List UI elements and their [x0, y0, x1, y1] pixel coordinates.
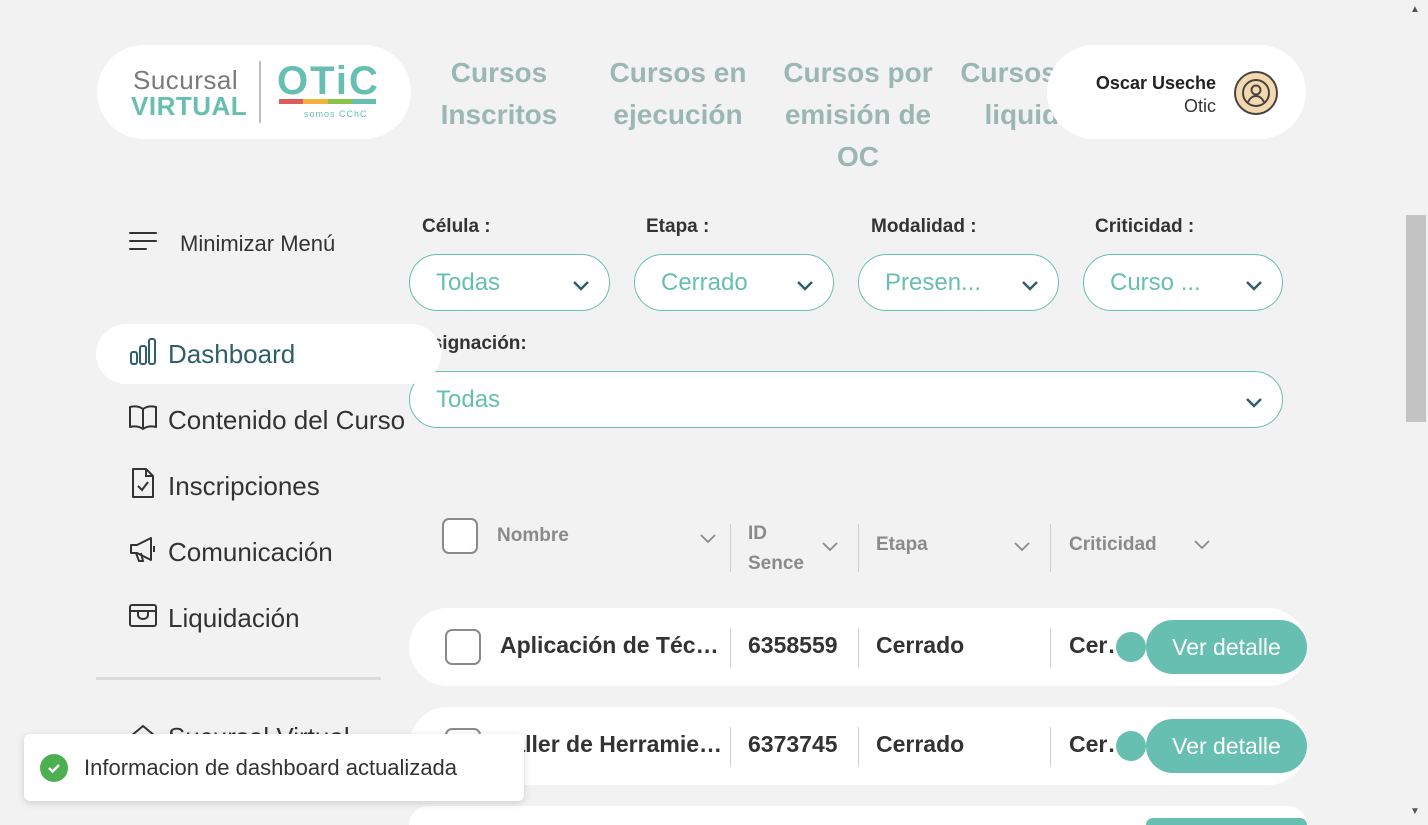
row-etapa: Cerrado	[876, 731, 965, 757]
nav-cursos-emision-oc[interactable]: Cursos por emisión de OC	[780, 52, 936, 178]
brand-color-bars	[279, 99, 376, 104]
sidebar-item-label: Contenido del Curso	[168, 404, 406, 435]
sidebar-item-label: Comunicación	[168, 536, 333, 567]
nav-cursos-inscritos[interactable]: Cursos Inscritos	[430, 52, 568, 136]
filter-celula-label: Célula :	[422, 216, 491, 237]
row-divider	[858, 727, 859, 767]
header-divider	[858, 524, 859, 572]
row-divider	[1050, 727, 1051, 767]
header-nombre[interactable]: Nombre	[497, 525, 569, 547]
filter-modalidad-label: Modalidad :	[871, 216, 977, 237]
sidebar-item-dashboard[interactable]: Dashboard	[96, 324, 441, 384]
filter-asignacion-select[interactable]: Todas	[409, 371, 1283, 428]
chevron-down-icon	[1020, 274, 1040, 302]
row-etapa: Cerrado	[876, 632, 965, 658]
row-nombre: Aplicación de Técnicas	[500, 632, 728, 658]
filter-celula-select[interactable]: Todas	[409, 254, 610, 311]
header-divider	[1050, 524, 1051, 572]
row-checkbox[interactable]	[445, 629, 481, 665]
chevron-down-icon	[1244, 274, 1264, 302]
sidebar-item-liquidacion[interactable]: Liquidación	[96, 588, 441, 648]
brand-logo[interactable]: Sucursal VIRTUAL OTiC somos CChC	[97, 45, 411, 139]
ver-detalle-button[interactable]	[1146, 818, 1307, 825]
header-etapa[interactable]: Etapa	[876, 534, 928, 556]
toast-message: Informacion de dashboard actualizada	[84, 754, 458, 780]
user-profile[interactable]: Oscar Useche Otic	[1047, 45, 1306, 139]
brand-line2: VIRTUAL	[131, 91, 248, 121]
nav-cursos-ejecucion[interactable]: Cursos en ejecución	[606, 52, 750, 136]
filter-etapa-label: Etapa :	[646, 216, 710, 237]
user-avatar-icon[interactable]	[1234, 71, 1278, 115]
brand-divider	[259, 61, 261, 123]
chevron-down-icon	[571, 274, 591, 302]
sidebar-item-inscripciones[interactable]: Inscripciones	[96, 456, 441, 516]
minimize-menu-button[interactable]: Minimizar Menú	[128, 230, 335, 258]
ver-detalle-button[interactable]: Ver detalle	[1146, 719, 1307, 773]
sidebar-divider	[96, 677, 381, 680]
sidebar-item-label: Liquidación	[168, 602, 300, 633]
user-name: Oscar Useche	[1095, 73, 1216, 93]
chevron-down-icon[interactable]	[1012, 536, 1032, 561]
table-row	[409, 806, 1307, 825]
filter-criticidad-select[interactable]: Curso ...	[1083, 254, 1283, 311]
row-divider	[730, 628, 731, 668]
table-row: Aplicación de Técnicas 6358559 Cerrado C…	[409, 608, 1307, 686]
row-divider	[1050, 628, 1051, 668]
header-id-sence[interactable]: ID Sence	[748, 519, 818, 579]
row-id-sence: 6373745	[748, 731, 838, 757]
scroll-up-icon[interactable]: ▲	[1410, 4, 1420, 15]
table-row: Taller de Herramientas 6373745 Cerrado C…	[409, 707, 1307, 785]
filter-celula-value: Todas	[436, 268, 501, 296]
chevron-down-icon[interactable]	[820, 536, 840, 561]
brand-tagline: somos CChC	[304, 109, 368, 119]
scrollbar-thumb[interactable]	[1406, 215, 1426, 422]
status-dot	[1116, 632, 1146, 662]
filter-etapa-value: Cerrado	[661, 268, 748, 296]
wallet-icon	[128, 601, 158, 636]
brand-otic: OTiC	[277, 59, 380, 103]
ver-detalle-button[interactable]: Ver detalle	[1146, 620, 1307, 674]
header-divider	[730, 524, 731, 572]
filter-asignacion-value: Todas	[436, 385, 501, 413]
sidebar-item-contenido[interactable]: Contenido del Curso	[96, 390, 441, 450]
chevron-down-icon[interactable]	[1192, 534, 1212, 559]
filter-criticidad-value: Curso ...	[1110, 268, 1201, 296]
filter-modalidad-select[interactable]: Presen...	[858, 254, 1059, 311]
row-nombre: Taller de Herramientas	[500, 731, 728, 757]
header-criticidad[interactable]: Criticidad	[1069, 534, 1157, 556]
bar-chart-icon	[128, 336, 158, 373]
sidebar-item-label: Dashboard	[168, 338, 296, 369]
select-all-checkbox[interactable]	[442, 518, 478, 554]
minimize-menu-label: Minimizar Menú	[180, 231, 336, 256]
row-divider	[730, 727, 731, 767]
document-check-icon	[128, 467, 158, 506]
filter-modalidad-value: Presen...	[885, 268, 982, 296]
filter-criticidad-label: Criticidad :	[1095, 216, 1195, 237]
user-role: Otic	[1183, 96, 1216, 116]
chevron-down-icon	[795, 274, 815, 302]
filter-etapa-select[interactable]: Cerrado	[634, 254, 834, 311]
row-divider	[858, 628, 859, 668]
check-circle-icon	[40, 753, 68, 782]
chevron-down-icon	[1244, 391, 1264, 419]
row-id-sence: 6358559	[748, 632, 838, 658]
chevron-down-icon[interactable]	[698, 528, 718, 553]
toast-notification: Informacion de dashboard actualizada	[24, 734, 524, 801]
scroll-down-icon[interactable]: ▼	[1410, 806, 1420, 817]
hamburger-icon	[128, 230, 158, 258]
sidebar-item-comunicacion[interactable]: Comunicación	[96, 522, 441, 582]
status-dot	[1116, 731, 1146, 761]
sidebar-item-label: Inscripciones	[168, 470, 320, 501]
megaphone-icon	[128, 534, 158, 571]
book-icon	[128, 403, 158, 438]
